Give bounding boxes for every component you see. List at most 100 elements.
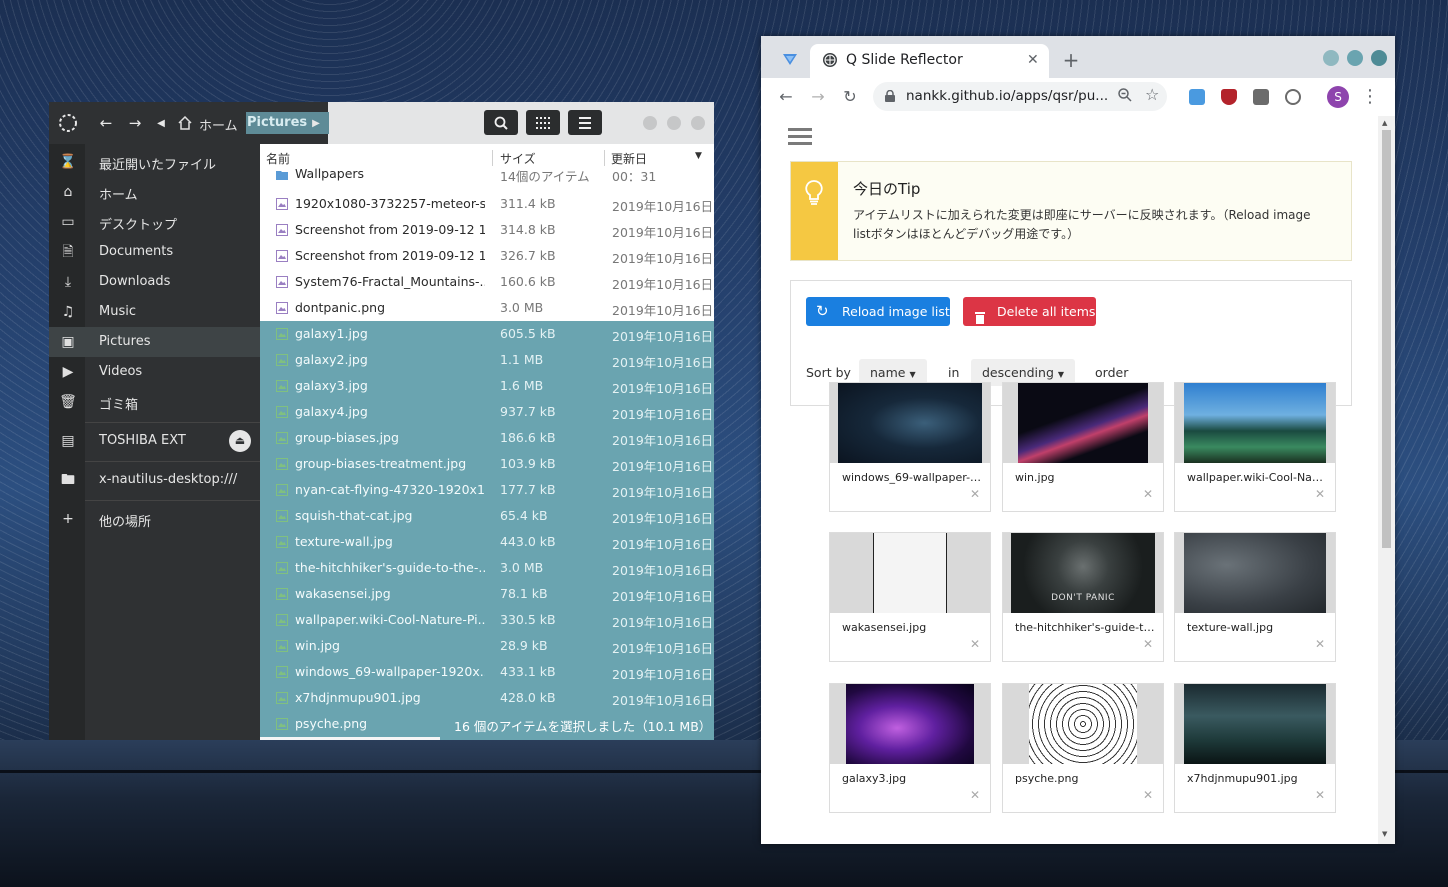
maximize-button[interactable] [1347, 50, 1363, 66]
file-row[interactable]: Wallpapers 14個のアイテム 00：31 [260, 165, 714, 185]
close-button[interactable] [691, 116, 705, 130]
close-button[interactable] [1371, 50, 1387, 66]
file-row[interactable]: group-biases-treatment.jpg 103.9 kB 2019年1… [260, 451, 714, 477]
image-card[interactable]: windows_69-wallpaper-1... ✕ [829, 382, 991, 512]
file-size: 65.4 kB [500, 508, 548, 523]
eject-icon[interactable]: ⏏ [229, 430, 251, 452]
zoom-icon[interactable] [1117, 87, 1133, 107]
browser-window: Q Slide Reflector ✕ + ← → ↻ nankk.github… [761, 36, 1395, 844]
page-scrollbar[interactable]: ▲ ▼ [1378, 116, 1395, 844]
image-card[interactable]: wallpaper.wiki-Cool-Natu... ✕ [1174, 382, 1336, 512]
sidebar-item-2[interactable]: ▭ デスクトップ [49, 207, 260, 237]
file-row[interactable]: galaxy3.jpg 1.6 MB 2019年10月16日 [260, 373, 714, 399]
minimize-button[interactable] [643, 116, 657, 130]
reload-image-list-button[interactable]: ↻ Reload image list [806, 297, 950, 326]
remove-icon[interactable]: ✕ [1315, 487, 1325, 501]
sidebar-item-1[interactable]: ⌂ ホーム [49, 177, 260, 207]
tab-active[interactable]: Q Slide Reflector ✕ [810, 44, 1049, 78]
back-icon[interactable]: ← [96, 113, 116, 133]
address-bar[interactable]: nankk.github.io/apps/qsr/pu... ☆ [873, 82, 1167, 111]
image-card[interactable]: wakasensei.jpg ✕ [829, 532, 991, 662]
remove-icon[interactable]: ✕ [970, 487, 980, 501]
minimize-button[interactable] [1323, 50, 1339, 66]
file-date: 2019年10月16日 [612, 615, 714, 630]
breadcrumb-left-icon[interactable]: ◀ [155, 114, 167, 132]
back-icon[interactable]: ← [776, 87, 796, 107]
sidebar-device-1[interactable]: 🖿 x-nautilus-desktop:/// [49, 465, 260, 495]
scroll-down-icon[interactable]: ▼ [1382, 830, 1387, 838]
delete-all-items-button[interactable]: Delete all items [963, 297, 1096, 326]
remove-icon[interactable]: ✕ [1315, 637, 1325, 651]
file-row[interactable]: wakasensei.jpg 78.1 kB 2019年10月16日 [260, 581, 714, 607]
file-row[interactable]: galaxy2.jpg 1.1 MB 2019年10月16日 [260, 347, 714, 373]
image-card[interactable]: x7hdjnmupu901.jpg ✕ [1174, 683, 1336, 813]
remove-icon[interactable]: ✕ [1143, 637, 1153, 651]
image-card[interactable]: galaxy3.jpg ✕ [829, 683, 991, 813]
more-menu-icon[interactable]: ⋮ [1360, 87, 1380, 107]
new-tab-icon[interactable]: + [1061, 50, 1081, 70]
remove-icon[interactable]: ✕ [1315, 788, 1325, 802]
file-row[interactable]: x7hdjnmupu901.jpg 428.0 kB 2019年10月16日 [260, 685, 714, 711]
file-row[interactable]: texture-wall.jpg 443.0 kB 2019年10月16日 [260, 529, 714, 555]
image-file-icon [276, 406, 288, 418]
scrollbar-thumb[interactable] [1382, 130, 1391, 548]
file-row[interactable]: Screenshot from 2019-09-12 1... 314.8 kB 2… [260, 217, 714, 243]
forward-icon[interactable]: → [125, 113, 145, 133]
image-card[interactable]: texture-wall.jpg ✕ [1174, 532, 1336, 662]
remove-icon[interactable]: ✕ [1143, 788, 1153, 802]
file-row[interactable]: nyan-cat-flying-47320-1920x1... 177.7 kB 2… [260, 477, 714, 503]
file-row[interactable]: wallpaper.wiki-Cool-Nature-Pi... 330.5 kB… [260, 607, 714, 633]
file-row[interactable]: group-biases.jpg 186.6 kB 2019年10月16日 [260, 425, 714, 451]
hamburger-menu-icon[interactable] [788, 128, 812, 131]
sidebar-item-6[interactable]: ▣ Pictures [49, 327, 260, 357]
remove-icon[interactable]: ✕ [1143, 487, 1153, 501]
file-name: nyan-cat-flying-47320-1920x1... [295, 482, 485, 497]
file-row[interactable]: galaxy1.jpg 605.5 kB 2019年10月16日 [260, 321, 714, 347]
globe-icon [823, 53, 837, 67]
maximize-button[interactable] [667, 116, 681, 130]
sidebar-item-0[interactable]: ⌛ 最近開いたファイル [49, 147, 260, 177]
sidebar-item-5[interactable]: ♫ Music [49, 297, 260, 327]
file-row[interactable]: windows_69-wallpaper-1920x... 433.1 kB 201… [260, 659, 714, 685]
file-date: 00：31 [612, 169, 657, 184]
sidebar-item-7[interactable]: ▶ Videos [49, 357, 260, 387]
breadcrumb-right-icon[interactable]: ▶ [310, 114, 322, 132]
forward-icon[interactable]: → [808, 87, 828, 107]
sidebar-item-4[interactable]: ⤓ Downloads [49, 267, 260, 297]
file-row[interactable]: dontpanic.png 3.0 MB 2019年10月16日 [260, 295, 714, 321]
remove-icon[interactable]: ✕ [970, 788, 980, 802]
file-row[interactable]: galaxy4.jpg 937.7 kB 2019年10月16日 [260, 399, 714, 425]
thumbnail-picture [873, 533, 947, 613]
breadcrumb-home[interactable]: ホーム [199, 115, 238, 134]
image-card[interactable]: psyche.png ✕ [1002, 683, 1164, 813]
reload-icon[interactable]: ↻ [840, 87, 860, 107]
file-row[interactable]: squish-that-cat.jpg 65.4 kB 2019年10月16日 [260, 503, 714, 529]
extension-checkmark-icon[interactable] [1189, 89, 1205, 105]
profile-avatar[interactable]: S [1327, 86, 1349, 108]
extension-chat-icon[interactable] [1285, 89, 1301, 105]
file-row[interactable]: System76-Fractal_Mountains-... 160.6 kB 20… [260, 269, 714, 295]
grid-view-button[interactable] [526, 110, 560, 135]
tab-search-icon[interactable] [780, 51, 800, 71]
app-menu-icon[interactable] [57, 112, 79, 134]
tab-close-icon[interactable]: ✕ [1027, 52, 1039, 68]
file-row[interactable]: 1920x1080-3732257-meteor-s... 311.4 kB 201… [260, 191, 714, 217]
sort-down-icon[interactable]: ▼ [695, 151, 702, 161]
scroll-up-icon[interactable]: ▲ [1382, 119, 1387, 127]
file-row[interactable]: Screenshot from 2019-09-12 1... 326.7 kB 2… [260, 243, 714, 269]
image-card[interactable]: win.jpg ✕ [1002, 382, 1164, 512]
image-card[interactable]: DON'T PANIC the-hitchhiker's-guide-to-...… [1002, 532, 1164, 662]
sidebar-item-3[interactable]: 🗎 Documents [49, 237, 260, 267]
sidebar-item-8[interactable]: 🗑 ゴミ箱 [49, 387, 260, 417]
extension-m-icon[interactable] [1253, 89, 1269, 105]
search-button[interactable] [484, 110, 518, 135]
extension-shield-icon[interactable] [1221, 89, 1237, 105]
horizontal-scrollbar[interactable] [260, 737, 440, 740]
file-row[interactable]: win.jpg 28.9 kB 2019年10月16日 [260, 633, 714, 659]
file-row[interactable]: the-hitchhiker's-guide-to-the-... 3.0 MB 2… [260, 555, 714, 581]
sidebar-device-0[interactable]: ▤ TOSHIBA EXT ⏏ [49, 426, 260, 456]
sidebar-device-2[interactable]: + 他の場所 [49, 504, 260, 534]
menu-button[interactable] [568, 110, 602, 135]
remove-icon[interactable]: ✕ [970, 637, 980, 651]
star-icon[interactable]: ☆ [1145, 85, 1159, 104]
